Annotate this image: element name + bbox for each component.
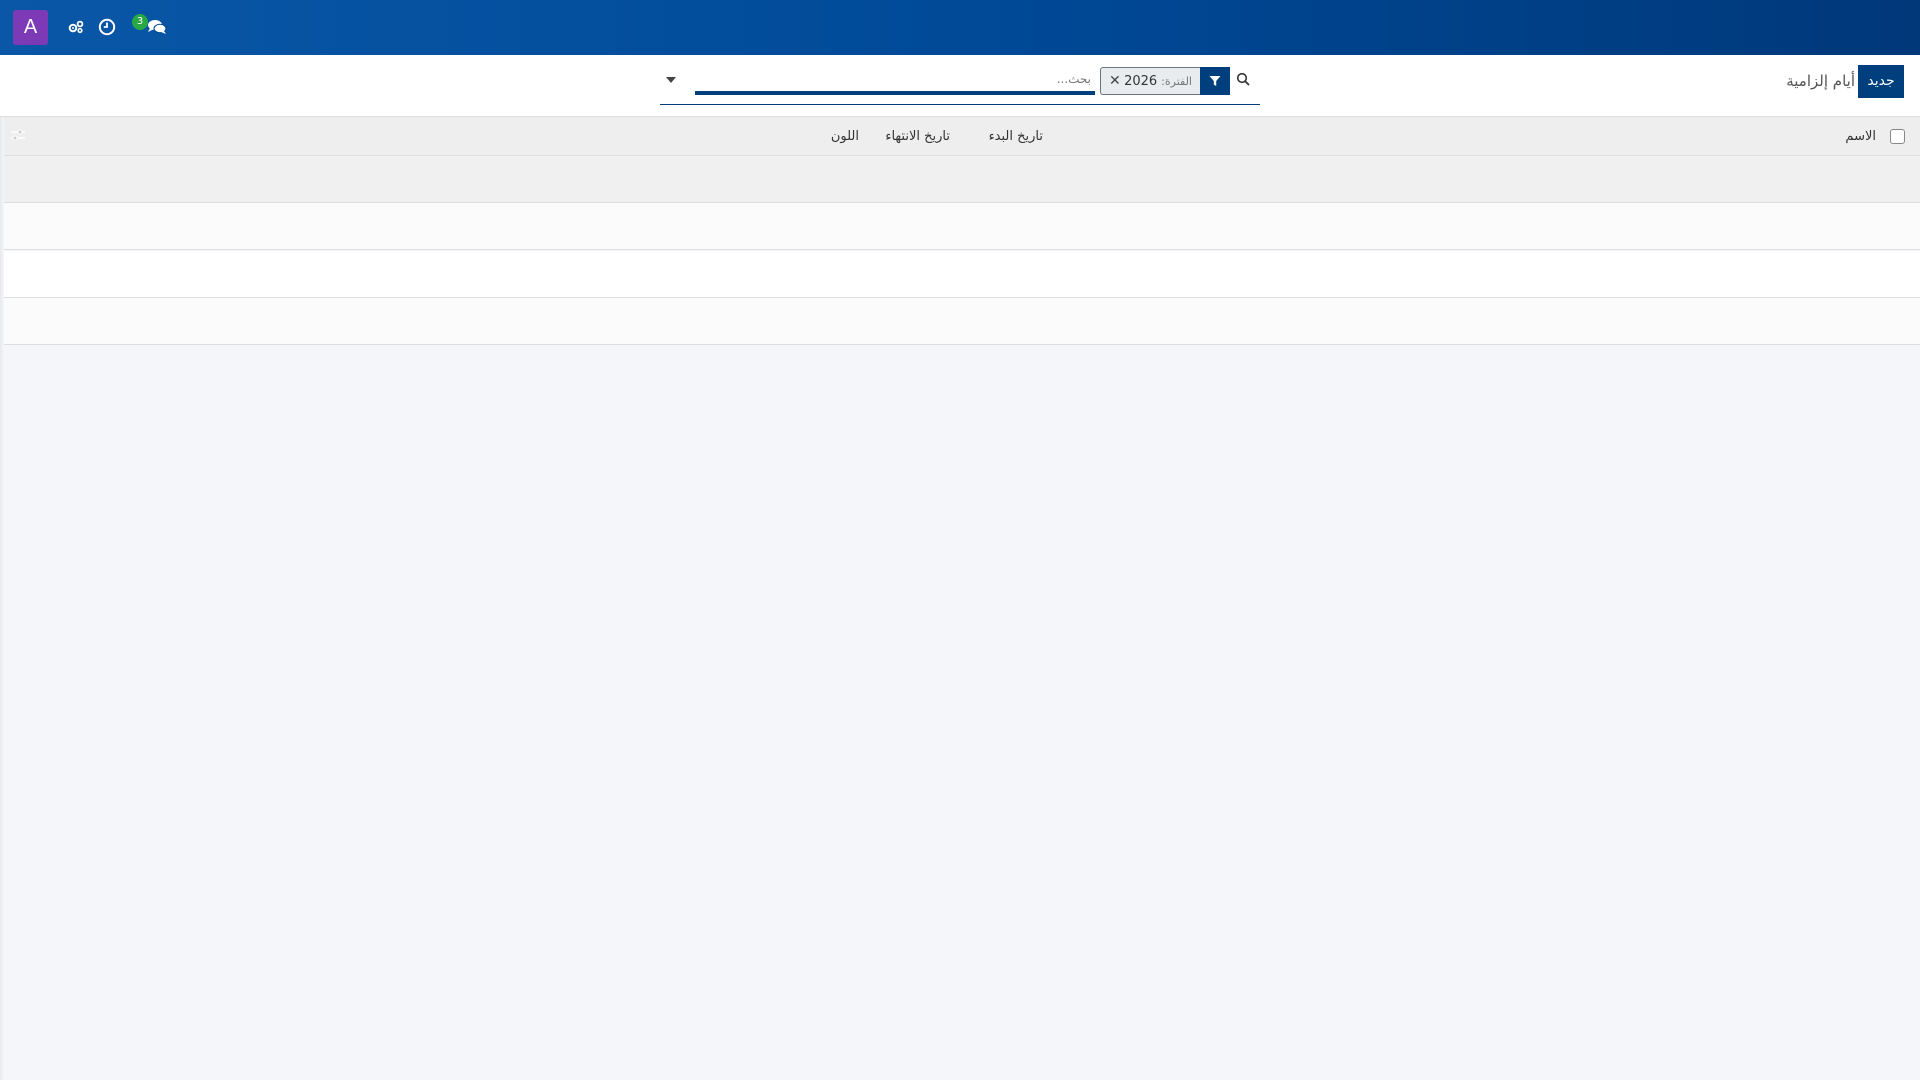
close-icon[interactable]: ✕ bbox=[1109, 73, 1121, 89]
search-facet-period: الفترة: 2026 ✕ bbox=[1100, 67, 1200, 95]
select-all-checkbox[interactable] bbox=[1890, 129, 1905, 144]
new-button[interactable]: جديد bbox=[1858, 65, 1904, 98]
page-title: أيام إلزامية bbox=[1786, 72, 1855, 90]
page-left-edge bbox=[0, 117, 4, 1080]
filter-icon[interactable] bbox=[1200, 67, 1230, 95]
empty-table-row bbox=[0, 156, 1920, 203]
chat-bubbles-icon[interactable] bbox=[144, 14, 170, 40]
sliders-icon[interactable] bbox=[10, 127, 26, 143]
column-header-start-date[interactable]: تاريخ البدء bbox=[989, 129, 1043, 144]
column-header-color[interactable]: اللون bbox=[831, 129, 859, 144]
top-navbar: A 3 bbox=[0, 0, 1920, 55]
search-bar: الفترة: 2026 ✕ bbox=[660, 65, 1260, 105]
empty-table-row bbox=[0, 203, 1920, 250]
facet-value: 2026 bbox=[1124, 73, 1158, 89]
column-header-name[interactable]: الاسم bbox=[1845, 129, 1876, 144]
empty-table-row bbox=[0, 298, 1920, 345]
empty-table-row bbox=[0, 251, 1920, 298]
search-input[interactable] bbox=[695, 67, 1095, 95]
control-panel: جديد أيام إلزامية الفترة: 2026 ✕ bbox=[0, 55, 1920, 117]
user-avatar[interactable]: A bbox=[13, 10, 48, 45]
settings-cogs-icon[interactable] bbox=[63, 14, 89, 40]
clock-icon[interactable] bbox=[94, 14, 120, 40]
chat-unread-badge: 3 bbox=[132, 14, 148, 30]
list-table-header: الاسم تاريخ البدء تاريخ الانتهاء اللون bbox=[0, 117, 1920, 156]
chevron-down-icon[interactable] bbox=[666, 77, 676, 83]
facet-label: الفترة: bbox=[1161, 74, 1192, 88]
search-icon[interactable] bbox=[1236, 71, 1254, 89]
column-header-end-date[interactable]: تاريخ الانتهاء bbox=[885, 129, 950, 144]
